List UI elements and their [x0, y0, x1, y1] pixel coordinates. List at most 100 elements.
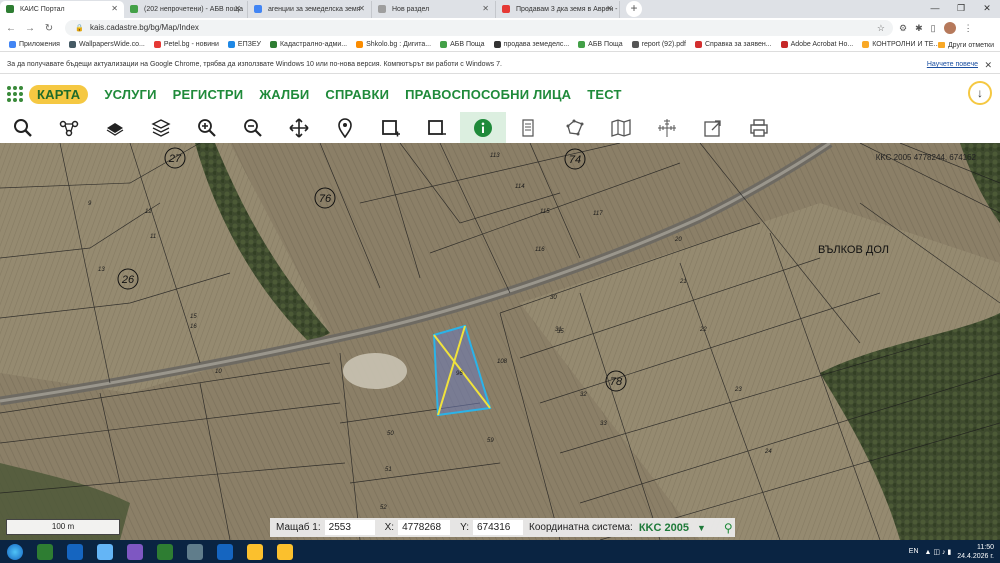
bookmark-item[interactable]: Справка за заявен... [694, 41, 772, 48]
bookmark-favicon-icon [631, 41, 639, 48]
browser-tab[interactable]: агенции за земеделска земя ✕ [248, 1, 372, 18]
taskbar-app-button[interactable] [180, 540, 210, 563]
search-icon[interactable] [0, 112, 46, 143]
bookmark-favicon-icon [493, 41, 501, 48]
tray-icons[interactable]: ▲ ◫ ♪ ▮ [925, 548, 952, 556]
search-icon[interactable]: ⚲ [724, 521, 733, 535]
marker-icon[interactable] [322, 112, 368, 143]
browser-tab[interactable]: КАИС Портал ✕ [0, 1, 124, 18]
nav-item[interactable]: УСЛУГИ [104, 87, 156, 102]
taskbar-app-button[interactable] [30, 540, 60, 563]
parcel-group-number: 74 [569, 154, 581, 166]
parcel-number-label: 50 [387, 431, 394, 437]
bookmark-item[interactable]: Shkolo.bg : Дигита... [356, 41, 431, 48]
dropdown-arrow-icon[interactable]: ▼ [697, 523, 706, 533]
bookmark-item[interactable]: КОНТРОЛНИ И ТЕ... [862, 41, 939, 48]
info-icon[interactable] [460, 112, 506, 143]
nav-item[interactable]: ТЕСТ [587, 87, 621, 102]
rectangle-add-icon[interactable] [368, 112, 414, 143]
bookmark-item[interactable]: Adobe Acrobat Ho... [780, 41, 853, 48]
tab-close-icon[interactable]: ✕ [111, 4, 118, 13]
route-icon[interactable] [46, 112, 92, 143]
start-button[interactable] [0, 540, 30, 563]
nav-item[interactable]: СПРАВКИ [325, 87, 389, 102]
download-icon[interactable]: ↓ [968, 81, 992, 105]
browser-tab[interactable]: (202 непрочетени) - АБВ поща ✕ [124, 1, 248, 18]
update-infobar: За да получавате бъдещи актуализации на … [0, 56, 1000, 74]
parcel-number-label: 22 [699, 327, 707, 333]
maximize-icon[interactable]: ❐ [948, 0, 974, 16]
language-indicator[interactable]: EN [909, 548, 919, 555]
bookmark-item[interactable]: report (92).pdf [631, 41, 686, 48]
layer-icon[interactable] [92, 112, 138, 143]
forward-icon[interactable]: → [22, 23, 38, 34]
taskbar-app-button[interactable] [150, 540, 180, 563]
tab-close-icon[interactable]: ✕ [234, 4, 241, 13]
parcel-number-label: 108 [497, 359, 508, 365]
parcel-number-label: 12 [145, 209, 152, 215]
tab-close-icon[interactable]: ✕ [358, 4, 365, 13]
nav-item[interactable]: ЖАЛБИ [259, 87, 309, 102]
tab-close-icon[interactable]: ✕ [482, 4, 489, 13]
bookmark-star-icon[interactable]: ☆ [877, 20, 885, 36]
x-value: 4778268 [398, 520, 451, 535]
coord-system-select[interactable]: КKC 2005 [639, 522, 689, 534]
menu-icon[interactable]: ⋮ [964, 23, 973, 34]
zoom-out-icon[interactable] [230, 112, 276, 143]
measure-icon[interactable] [644, 112, 690, 143]
coord-system-label: Координатна система: [529, 522, 633, 533]
bookmark-item[interactable]: АБВ Поща [440, 41, 485, 48]
map-icon[interactable] [598, 112, 644, 143]
bookmark-item[interactable]: Приложения [9, 41, 60, 48]
back-icon[interactable]: ← [3, 23, 19, 34]
taskbar-app-button[interactable] [90, 540, 120, 563]
clock[interactable]: 11:50 24.4.2026 г. [957, 543, 994, 561]
browser-tab[interactable]: Нов раздел ✕ [372, 1, 496, 18]
bookmark-label: Shkolo.bg : Дигита... [366, 41, 432, 48]
taskbar-app-button[interactable] [60, 540, 90, 563]
browser-tab[interactable]: Продавам 3 дка земя в Аврен - ✕ [496, 1, 620, 18]
bookmark-item[interactable]: ЕПЗЕУ [227, 41, 261, 48]
learn-more-link[interactable]: Научете повече [927, 56, 978, 74]
close-window-icon[interactable]: ✕ [974, 0, 1000, 16]
document-icon[interactable] [506, 112, 552, 143]
profile-avatar[interactable] [943, 22, 956, 34]
extension-icon[interactable]: ⚙ [899, 23, 907, 34]
rectangle-remove-icon[interactable] [414, 112, 460, 143]
layers-icon[interactable] [138, 112, 184, 143]
bookmark-item[interactable]: АБВ Поща [578, 41, 623, 48]
nav-item[interactable]: КАРТА [29, 84, 89, 104]
minimize-icon[interactable]: — [922, 0, 948, 16]
bookmark-item[interactable]: продава земеделс... [493, 41, 569, 48]
tab-close-icon[interactable]: ✕ [606, 4, 613, 13]
reload-icon[interactable]: ↻ [41, 23, 57, 34]
browser-tools: ⚙ ✱ ▯ ⋮ [899, 22, 973, 34]
map-view[interactable]: 27 74 76 26 78 113 114 115 116 117 9 12 11 13 16 15 10 2… [0, 143, 1000, 540]
new-tab-button[interactable]: + [626, 1, 642, 17]
taskbar-app-button[interactable] [270, 540, 300, 563]
url-field[interactable]: 🔒 kais.cadastre.bg/bg/Map/Index ☆ [65, 20, 893, 36]
other-bookmarks[interactable]: Други отметки [937, 38, 994, 52]
polygon-icon[interactable] [552, 112, 598, 143]
scale-input[interactable]: 2553 [324, 520, 375, 535]
print-icon[interactable] [736, 112, 782, 143]
export-icon[interactable] [690, 112, 736, 143]
nav-item[interactable]: РЕГИСТРИ [173, 87, 244, 102]
apps-grid-icon[interactable] [7, 86, 23, 102]
nav-item[interactable]: ПРАВОСПОСОБНИ ЛИЦА [405, 87, 571, 102]
zoom-in-icon[interactable] [184, 112, 230, 143]
parcel-number-label: 115 [540, 209, 550, 215]
taskbar-app-button[interactable] [120, 540, 150, 563]
taskbar-app-button[interactable] [240, 540, 270, 563]
parcel-group-number: 26 [121, 274, 135, 286]
taskbar-app-button[interactable] [210, 540, 240, 563]
close-icon[interactable]: ✕ [984, 56, 992, 74]
bookmark-item[interactable]: WallpapersWide.co... [68, 41, 145, 48]
map-canvas[interactable]: 27 74762678 11311411511611791211131615102… [0, 143, 1000, 540]
puzzle-icon[interactable]: ✱ [915, 23, 923, 34]
bookmark-favicon-icon [227, 41, 235, 48]
pan-icon[interactable] [276, 112, 322, 143]
bookmark-item[interactable]: Кадастрално-адми... [269, 41, 347, 48]
bookmark-item[interactable]: Petel.bg - новини [153, 41, 219, 48]
sidebar-icon[interactable]: ▯ [931, 23, 936, 34]
